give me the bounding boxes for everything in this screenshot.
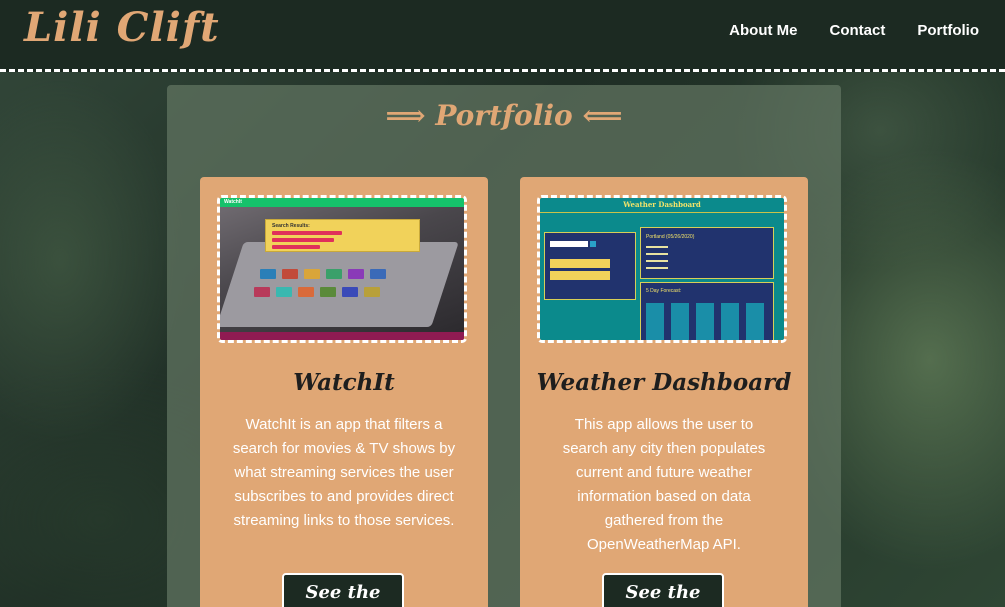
thumbnail-weather-heading: Weather Dashboard bbox=[623, 200, 701, 209]
thumbnail-search-button bbox=[590, 241, 596, 247]
thumbnail-tile bbox=[254, 287, 270, 297]
project-description: WatchIt is an app that filters a search … bbox=[232, 416, 456, 529]
thumbnail-weather-detail bbox=[646, 253, 668, 255]
thumbnail-search-panel bbox=[544, 232, 636, 300]
thumbnail-tile bbox=[304, 269, 320, 279]
watchit-screenshot[interactable]: WatchIt Search Results: bbox=[217, 195, 467, 343]
main-nav: About Me Contact Portfolio bbox=[729, 22, 979, 39]
thumbnail-weather-detail bbox=[646, 260, 668, 262]
thumbnail-forecast-heading: 5 Day Forecast: bbox=[646, 288, 682, 294]
site-logo[interactable]: Lili Clift bbox=[24, 4, 220, 51]
portfolio-section: ⟹ Portfolio ⟸ WatchIt Search Results: Wa… bbox=[167, 85, 841, 607]
thumbnail-app-name: WatchIt bbox=[224, 199, 242, 205]
thumbnail-tile bbox=[282, 269, 298, 279]
project-title: WatchIt bbox=[293, 369, 395, 396]
thumbnail-divider bbox=[540, 212, 784, 213]
thumbnail-tile bbox=[370, 269, 386, 279]
thumbnail-tablet-shape bbox=[220, 242, 459, 327]
thumbnail-forecast-day bbox=[696, 303, 714, 340]
project-title: Weather Dashboard bbox=[536, 369, 792, 396]
thumbnail-tile bbox=[364, 287, 380, 297]
nav-contact[interactable]: Contact bbox=[830, 22, 886, 39]
weather-dashboard-screenshot[interactable]: Weather Dashboard Portland (05/26/2020) bbox=[537, 195, 787, 343]
thumbnail-result-link bbox=[272, 231, 342, 235]
thumbnail-city-line: Portland (05/26/2020) bbox=[646, 234, 695, 240]
thumbnail-tile bbox=[260, 269, 276, 279]
see-the-page-button[interactable]: See the Page bbox=[282, 573, 404, 607]
thumbnail-forecast-day bbox=[746, 303, 764, 340]
see-the-page-button[interactable]: See the Page bbox=[602, 573, 724, 607]
thumbnail-results-heading: Search Results: bbox=[272, 223, 310, 229]
thumbnail-weather-detail bbox=[646, 246, 668, 248]
thumbnail-result-link bbox=[272, 245, 320, 249]
thumbnail-footer bbox=[220, 332, 464, 340]
thumbnail-history-item bbox=[550, 259, 610, 268]
thumbnail-weather-page: Weather Dashboard Portland (05/26/2020) bbox=[540, 198, 784, 340]
thumbnail-weather-detail bbox=[646, 267, 668, 269]
thumbnail-forecast-day bbox=[671, 303, 689, 340]
thumbnail-tile bbox=[326, 269, 342, 279]
nav-about-me[interactable]: About Me bbox=[729, 22, 797, 39]
thumbnail-forecast-panel: 5 Day Forecast: bbox=[640, 282, 774, 340]
thumbnail-results-box: Search Results: bbox=[265, 219, 420, 252]
project-card-weather-dashboard: Weather Dashboard Portland (05/26/2020) bbox=[520, 177, 808, 607]
thumbnail-forecast-day bbox=[646, 303, 664, 340]
thumbnail-tile bbox=[276, 287, 292, 297]
thumbnail-current-weather: Portland (05/26/2020) bbox=[640, 227, 774, 279]
thumbnail-tile bbox=[320, 287, 336, 297]
thumbnail-history-item bbox=[550, 271, 610, 280]
site-header: Lili Clift About Me Contact Portfolio bbox=[0, 0, 1005, 72]
thumbnail-result-link bbox=[272, 238, 334, 242]
thumbnail-navbar: WatchIt bbox=[220, 198, 464, 207]
thumbnail-forecast-day bbox=[721, 303, 739, 340]
thumbnail-tile bbox=[298, 287, 314, 297]
nav-portfolio[interactable]: Portfolio bbox=[917, 22, 979, 39]
thumbnail-search-input bbox=[550, 241, 588, 247]
thumbnail-tile bbox=[348, 269, 364, 279]
portfolio-heading: ⟹ Portfolio ⟸ bbox=[385, 99, 623, 132]
project-card-watchit: WatchIt Search Results: WatchIt WatchIt … bbox=[200, 177, 488, 607]
thumbnail-hero-image: Search Results: bbox=[220, 207, 464, 333]
project-description: This app allows the user to search any c… bbox=[562, 416, 766, 553]
thumbnail-tile bbox=[342, 287, 358, 297]
